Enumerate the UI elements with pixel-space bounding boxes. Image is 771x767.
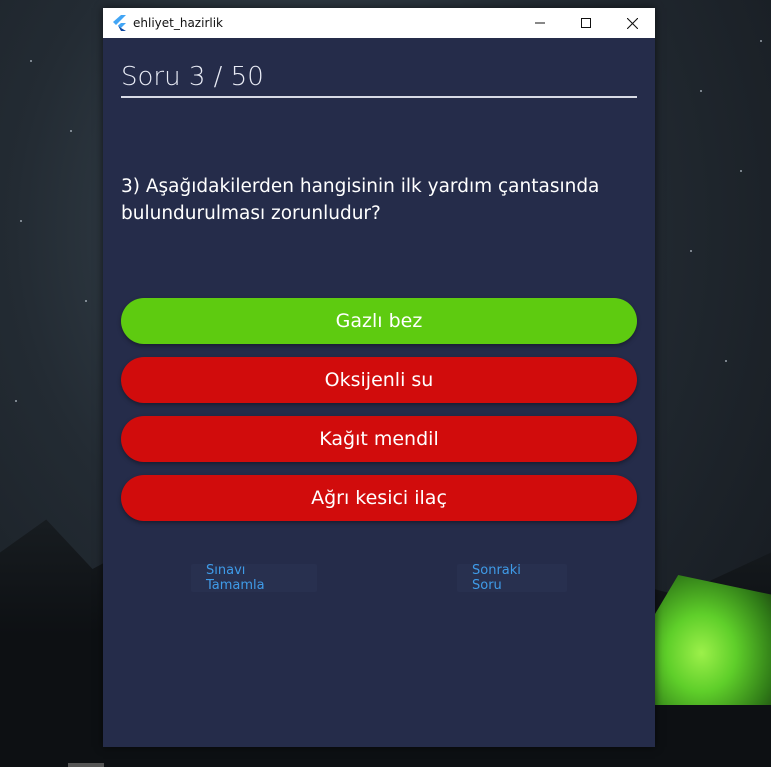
quiz-content: Soru 3 / 50 3) Aşağıdakilerden hangisini… [103, 38, 655, 747]
close-button[interactable] [609, 8, 655, 38]
answer-button-2[interactable]: Oksijenli su [121, 357, 637, 403]
finish-exam-button[interactable]: Sınavı Tamamla [191, 563, 317, 593]
answer-button-1[interactable]: Gazlı bez [121, 298, 637, 344]
maximize-button[interactable] [563, 8, 609, 38]
flutter-logo-icon [113, 15, 127, 31]
next-question-button[interactable]: Sonraki Soru [457, 563, 567, 593]
minimize-icon [535, 18, 545, 28]
question-text: 3) Aşağıdakilerden hangisinin ilk yardım… [121, 176, 600, 224]
taskbar-fragment [68, 763, 104, 767]
window-controls [517, 8, 655, 38]
window-title: ehliyet_hazirlik [133, 16, 223, 30]
maximize-icon [581, 18, 591, 28]
close-icon [626, 17, 638, 29]
answer-button-4[interactable]: Ağrı kesici ilaç [121, 475, 637, 521]
question-counter: Soru 3 / 50 [121, 62, 637, 98]
app-window: ehliyet_hazirlik Soru 3 / 50 3) Aşağıdak… [103, 8, 655, 747]
wallpaper-tent [655, 575, 771, 705]
title-bar[interactable]: ehliyet_hazirlik [103, 8, 655, 38]
answer-button-3[interactable]: Kağıt mendil [121, 416, 637, 462]
minimize-button[interactable] [517, 8, 563, 38]
